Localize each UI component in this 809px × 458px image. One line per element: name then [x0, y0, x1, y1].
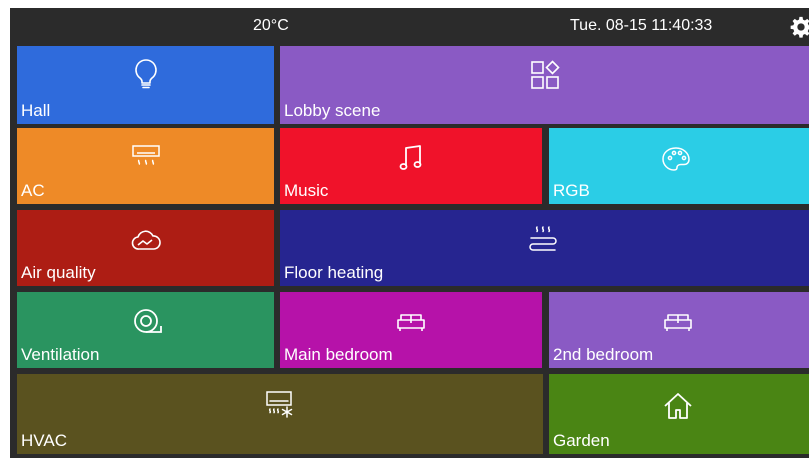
fan-icon: [133, 308, 163, 338]
temperature-readout: 20°C: [253, 17, 289, 34]
tile-label-lobby-scene: Lobby scene: [284, 101, 381, 120]
tile-ac[interactable]: AC: [17, 128, 274, 204]
tile-label-2nd-bedroom: 2nd bedroom: [553, 345, 654, 364]
tile-2nd-bedroom[interactable]: 2nd bedroom: [549, 292, 809, 368]
tile-label-garden: Garden: [553, 431, 610, 450]
tile-main-bedroom[interactable]: Main bedroom: [280, 292, 542, 368]
tile-garden[interactable]: Garden: [549, 374, 809, 454]
tile-label-floor-heating: Floor heating: [284, 263, 384, 282]
tile-air-quality[interactable]: Air quality: [17, 210, 274, 286]
tile-label-rgb: RGB: [553, 181, 590, 200]
tile-floor-heating[interactable]: Floor heating: [280, 210, 809, 286]
tile-label-hall: Hall: [21, 101, 51, 120]
tile-hvac[interactable]: HVAC: [17, 374, 543, 454]
palette-icon: [661, 146, 691, 172]
tile-label-hvac: HVAC: [21, 431, 67, 450]
tile-label-music: Music: [284, 181, 329, 200]
floor-heating-icon: [528, 224, 558, 252]
tile-lobby-scene[interactable]: Lobby scene: [280, 46, 809, 124]
tile-label-main-bedroom: Main bedroom: [284, 345, 393, 364]
gear-icon[interactable]: [790, 16, 809, 38]
tile-label-air-quality: Air quality: [21, 263, 96, 282]
sofa-icon: [396, 312, 426, 332]
status-bar: 20°C Tue. 08-15 11:40:33: [10, 8, 809, 46]
hvac-icon: [265, 390, 295, 420]
date-time-readout: Tue. 08-15 11:40:33: [570, 17, 713, 34]
music-note-icon: [398, 144, 424, 172]
sofa-icon: [663, 312, 693, 332]
cloud-icon: [131, 230, 161, 252]
lightbulb-icon: [133, 58, 159, 90]
tile-label-ventilation: Ventilation: [21, 345, 100, 364]
tile-hall[interactable]: Hall: [17, 46, 274, 124]
home-icon: [663, 392, 693, 420]
tile-ventilation[interactable]: Ventilation: [17, 292, 274, 368]
scene-grid-icon: [530, 60, 560, 90]
air-conditioner-icon: [131, 144, 161, 170]
tile-rgb[interactable]: RGB: [549, 128, 809, 204]
tile-music[interactable]: Music: [280, 128, 542, 204]
control-panel-screen: 20°C Tue. 08-15 11:40:33 Hall Lobby scen…: [10, 8, 809, 458]
tile-label-ac: AC: [21, 181, 45, 200]
